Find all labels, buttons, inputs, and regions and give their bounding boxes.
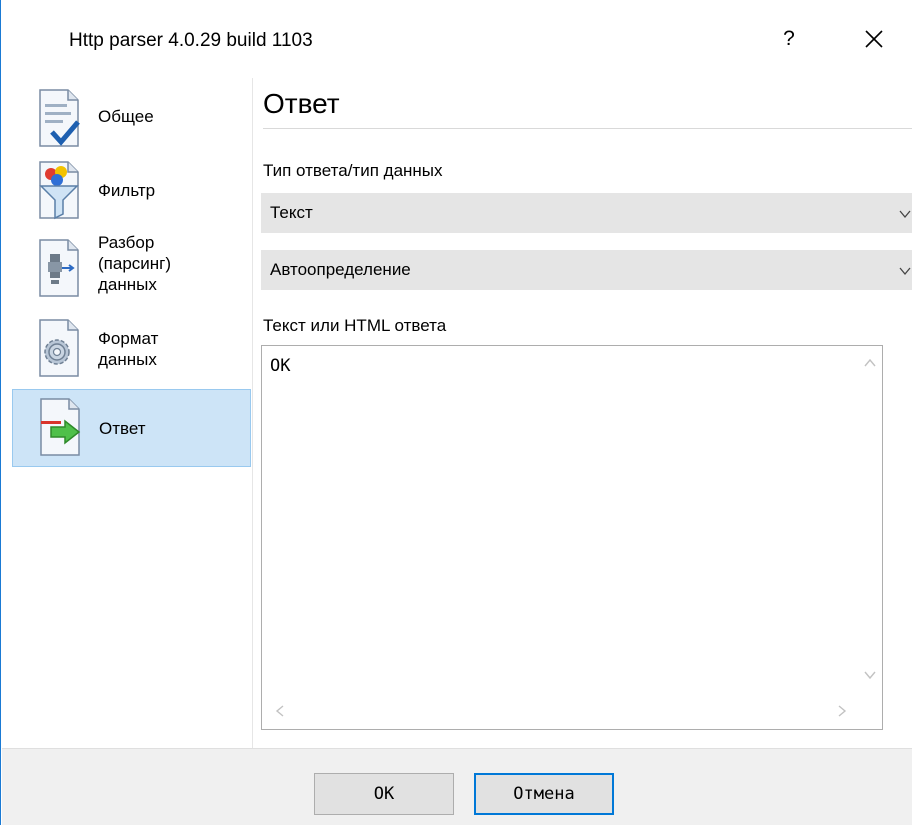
close-icon (865, 30, 883, 48)
horizontal-scrollbar[interactable] (262, 694, 858, 729)
title-bar[interactable]: Http parser 4.0.29 build 1103 ? (1, 0, 912, 80)
sidebar-item-parsing[interactable]: Разбор (парсинг) данных (12, 232, 251, 312)
sidebar-item-label: Ответ (99, 419, 146, 438)
sidebar-item-filter[interactable]: Фильтр (12, 158, 251, 228)
scroll-up-icon[interactable] (863, 356, 877, 374)
title-divider (263, 128, 912, 129)
help-button[interactable]: ? (779, 24, 799, 54)
parser-plug-icon (36, 238, 82, 300)
sidebar-item-response[interactable]: Ответ (12, 389, 251, 467)
response-type-value: Текст (270, 203, 313, 222)
sidebar-item-label: Фильтр (98, 181, 156, 200)
document-check-icon (36, 88, 82, 150)
document-arrow-icon (37, 397, 83, 459)
page-title: Ответ (263, 88, 340, 119)
response-body-text: OK (270, 356, 291, 376)
response-body-textarea[interactable]: OK (261, 345, 883, 730)
gear-document-icon (36, 318, 82, 380)
response-body-label: Текст или HTML ответа (263, 316, 447, 335)
sidebar-nav: Общее Фильтр Разбор (парсинг) данных Фор… (2, 78, 253, 748)
scroll-left-icon[interactable] (274, 704, 286, 723)
sidebar-item-label: Разбор (парсинг) данных (98, 233, 172, 294)
response-type-label: Тип ответа/тип данных (263, 161, 443, 180)
scroll-right-icon[interactable] (836, 704, 848, 723)
sidebar-item-label: Формат данных (98, 329, 159, 369)
ok-button[interactable]: OK (314, 773, 454, 815)
dialog-window: Http parser 4.0.29 build 1103 ? Общее Фи… (0, 0, 912, 825)
scroll-down-icon[interactable] (863, 668, 877, 686)
response-type-dropdown[interactable]: Текст (261, 193, 912, 233)
filter-funnel-icon (36, 160, 82, 222)
vertical-scrollbar[interactable] (857, 346, 882, 694)
window-title: Http parser 4.0.29 build 1103 (69, 30, 313, 51)
button-bar (2, 749, 912, 825)
sidebar-item-general[interactable]: Общее (12, 84, 251, 152)
chevron-down-icon (898, 206, 912, 220)
chevron-down-icon (898, 263, 912, 277)
sidebar-item-label: Общее (98, 107, 154, 126)
close-button[interactable] (859, 20, 889, 56)
sidebar-item-data-format[interactable]: Формат данных (12, 314, 251, 384)
encoding-dropdown[interactable]: Автоопределение (261, 250, 912, 290)
cancel-button[interactable]: Отмена (474, 773, 614, 815)
encoding-value: Автоопределение (270, 260, 411, 279)
